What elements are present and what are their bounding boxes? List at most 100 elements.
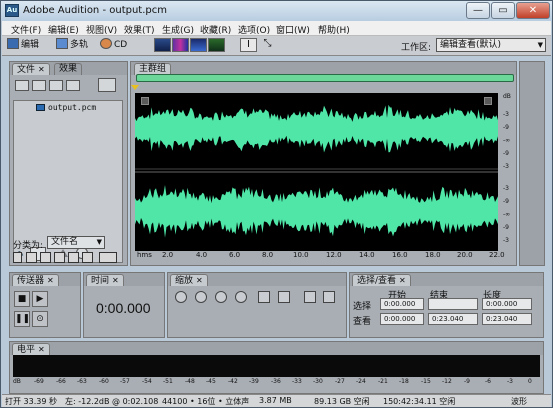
close-icon[interactable]: ✕: [112, 276, 119, 285]
tab-main-label: 主群组: [139, 64, 167, 74]
time-selection-tool-icon[interactable]: I: [240, 38, 257, 52]
level-scale: dB -69 -66 -63 -60 -57 -54 -51 -48 -45 -42 -39 -36 -3…: [13, 378, 540, 388]
close-file-icon[interactable]: [49, 80, 63, 91]
zoom-right-edge-icon[interactable]: [278, 291, 290, 303]
zoom-tabstrip: 缩放 ✕: [168, 273, 346, 286]
pan-display-icon[interactable]: [190, 38, 207, 52]
menu-favorites[interactable]: 收藏(R): [200, 23, 231, 36]
close-icon[interactable]: ✕: [47, 276, 54, 285]
level-scale-tick: -6: [485, 378, 491, 385]
filter-audio-icon[interactable]: [26, 252, 37, 263]
open-file-icon[interactable]: [15, 80, 29, 91]
tab-effects[interactable]: 效果: [54, 63, 83, 75]
multitrack-view-button[interactable]: 多轨: [56, 38, 88, 53]
tab-time-label: 时间: [91, 276, 110, 286]
menu-edit[interactable]: 编辑(E): [48, 23, 79, 36]
waveform-display-icon[interactable]: [154, 38, 171, 52]
cd-label: CD: [114, 40, 128, 50]
sort-select[interactable]: 文件名 ▼: [47, 236, 105, 249]
close-icon[interactable]: ✕: [38, 345, 45, 354]
view-start-field[interactable]: 0:00.000: [380, 313, 424, 325]
menu-help[interactable]: 帮助(H): [318, 23, 350, 36]
import-file-icon[interactable]: [32, 80, 46, 91]
time-ruler[interactable]: hms 2.0 4.0 6.0 8.0 10.0 12.0 14.0 16.0 …: [135, 251, 514, 262]
menu-file[interactable]: 文件(F): [11, 23, 41, 36]
menu-view[interactable]: 视图(V): [86, 23, 117, 36]
phase-display-icon[interactable]: [208, 38, 225, 52]
file-list-item[interactable]: output.pcm: [36, 103, 96, 112]
edit-view-button[interactable]: 编辑: [7, 38, 39, 53]
zoom-out-icon[interactable]: [195, 291, 207, 303]
stop-button[interactable]: ■: [14, 291, 30, 307]
tab-selection-view[interactable]: 选择/查看 ✕: [352, 274, 411, 286]
tab-time[interactable]: 时间 ✕: [86, 274, 124, 286]
zoom-full-icon[interactable]: [215, 291, 227, 303]
menu-generate[interactable]: 生成(G): [162, 23, 194, 36]
level-scale-tick: -30: [313, 378, 323, 385]
time-tick: 10.0: [293, 251, 309, 259]
zoom-in-icon[interactable]: [175, 291, 187, 303]
spectral-display-icon[interactable]: [172, 38, 189, 52]
close-icon[interactable]: ✕: [38, 65, 45, 74]
db-tick: -3: [503, 237, 509, 244]
app-window: Au Adobe Audition - output.pcm — ▭ ✕ 文件(…: [0, 0, 553, 408]
file-options-icon[interactable]: [98, 78, 116, 92]
workspace-select[interactable]: 编辑查看(默认) ▼: [436, 38, 546, 52]
filter-options-icon[interactable]: [99, 252, 117, 263]
filter-midi-icon[interactable]: [68, 252, 79, 263]
level-scale-tick: -15: [421, 378, 431, 385]
overview-bar[interactable]: [136, 74, 514, 82]
transport-panel: 传送器 ✕ ■ ▶ ❚❚ ⊙: [9, 272, 81, 338]
playhead-marker-icon[interactable]: [131, 85, 139, 90]
selection-length-field[interactable]: 0:00.000: [482, 298, 532, 310]
zoom-left-edge-icon[interactable]: [258, 291, 270, 303]
tab-effects-label: 效果: [59, 64, 78, 74]
view-length-field[interactable]: 0:23.040: [482, 313, 532, 325]
filter-cd-icon[interactable]: [82, 252, 93, 263]
time-tick: 2.0: [162, 251, 174, 259]
close-button[interactable]: ✕: [516, 2, 550, 19]
selection-end-field[interactable]: [428, 298, 478, 310]
close-icon[interactable]: ✕: [399, 276, 406, 285]
insert-multitrack-icon[interactable]: [66, 80, 80, 91]
tab-transport-label: 传送器: [17, 276, 45, 286]
window-title: Adobe Audition - output.pcm: [23, 5, 167, 16]
filter-all-icon[interactable]: [13, 252, 22, 263]
tab-files[interactable]: 文件 ✕: [12, 63, 50, 75]
audio-file-icon: [36, 104, 45, 111]
tab-transport[interactable]: 传送器 ✕: [12, 274, 59, 286]
db-tick: -9: [503, 198, 509, 205]
play-loop-button[interactable]: ⊙: [32, 311, 48, 327]
zoom-in-vertical-icon[interactable]: [304, 291, 316, 303]
db-tick: -∞: [503, 211, 511, 218]
multitrack-icon: [56, 38, 68, 49]
play-button[interactable]: ▶: [32, 291, 48, 307]
workspace-label: 工作区:: [401, 43, 432, 53]
hybrid-tool-icon[interactable]: ⤡: [259, 38, 276, 52]
tab-level[interactable]: 电平 ✕: [12, 343, 50, 355]
vertical-zoom-strip[interactable]: [519, 61, 545, 266]
view-end-field[interactable]: 0:23.040: [428, 313, 478, 325]
tab-zoom[interactable]: 缩放 ✕: [170, 274, 208, 286]
menu-options[interactable]: 选项(O): [238, 23, 270, 36]
selection-start-field[interactable]: 0:00.000: [380, 298, 424, 310]
level-scale-tick: -18: [399, 378, 409, 385]
level-scale-tick: -33: [292, 378, 302, 385]
zoom-out-vertical-icon[interactable]: [323, 291, 335, 303]
minimize-button[interactable]: —: [466, 2, 490, 19]
waveform-edit-icon: [7, 38, 19, 49]
waveform-display[interactable]: [135, 93, 498, 251]
cd-view-button[interactable]: CD: [100, 38, 127, 53]
menu-window[interactable]: 窗口(W): [276, 23, 310, 36]
filter-loop-icon[interactable]: [40, 252, 51, 263]
status-open-time: 打开 33.39 秒: [5, 397, 57, 406]
menu-effects[interactable]: 效果(T): [124, 23, 155, 36]
pause-button[interactable]: ❚❚: [14, 311, 30, 327]
audition-logo-icon: Au: [5, 4, 19, 17]
close-icon[interactable]: ✕: [196, 276, 203, 285]
time-display: 0:00.000: [96, 300, 151, 316]
filter-video-icon[interactable]: [54, 252, 65, 263]
zoom-selection-icon[interactable]: [235, 291, 247, 303]
title-bar[interactable]: Au Adobe Audition - output.pcm — ▭ ✕: [1, 1, 552, 21]
maximize-button[interactable]: ▭: [491, 2, 515, 19]
